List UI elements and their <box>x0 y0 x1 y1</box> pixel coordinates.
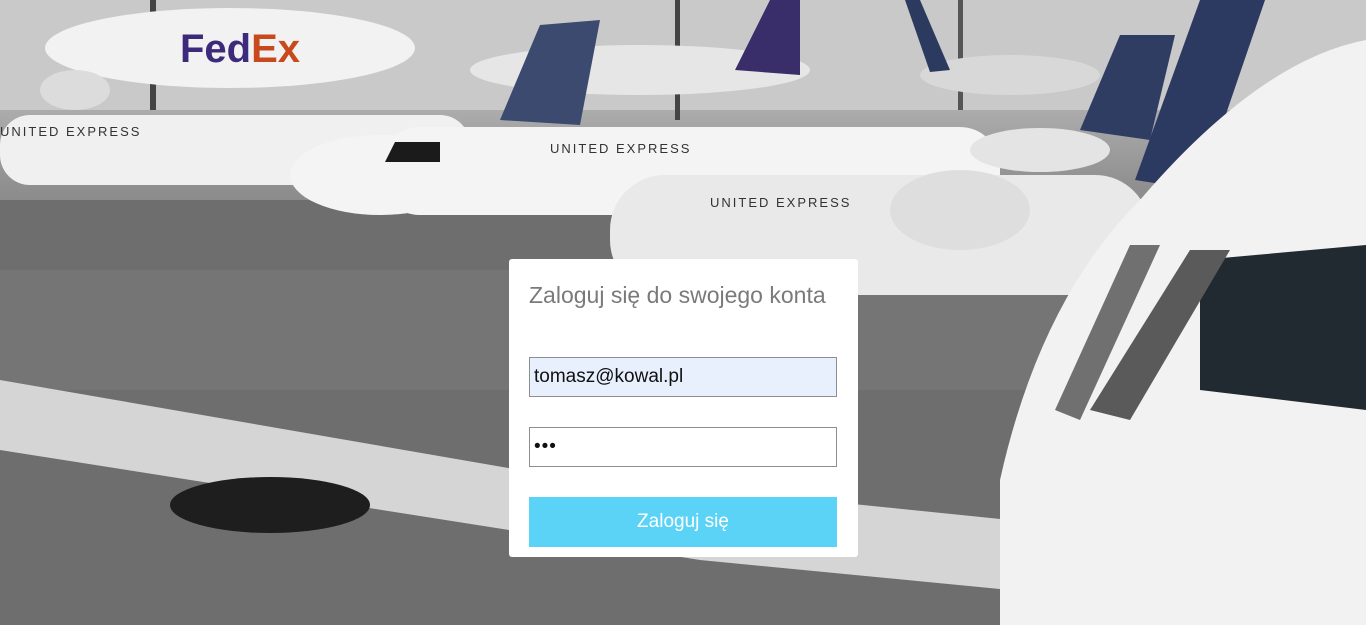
login-title: Zaloguj się do swojego konta <box>529 282 826 308</box>
united-express-text-3: UNITED EXPRESS <box>710 195 851 210</box>
login-card: Zaloguj się do swojego konta Zaloguj się <box>509 259 858 557</box>
login-button[interactable]: Zaloguj się <box>529 497 837 547</box>
fedex-logo: FedEx <box>180 27 300 71</box>
united-express-text-1: UNITED EXPRESS <box>0 124 141 139</box>
password-field[interactable] <box>529 427 837 467</box>
email-field[interactable] <box>529 357 837 397</box>
united-express-text-2: UNITED EXPRESS <box>550 141 691 156</box>
